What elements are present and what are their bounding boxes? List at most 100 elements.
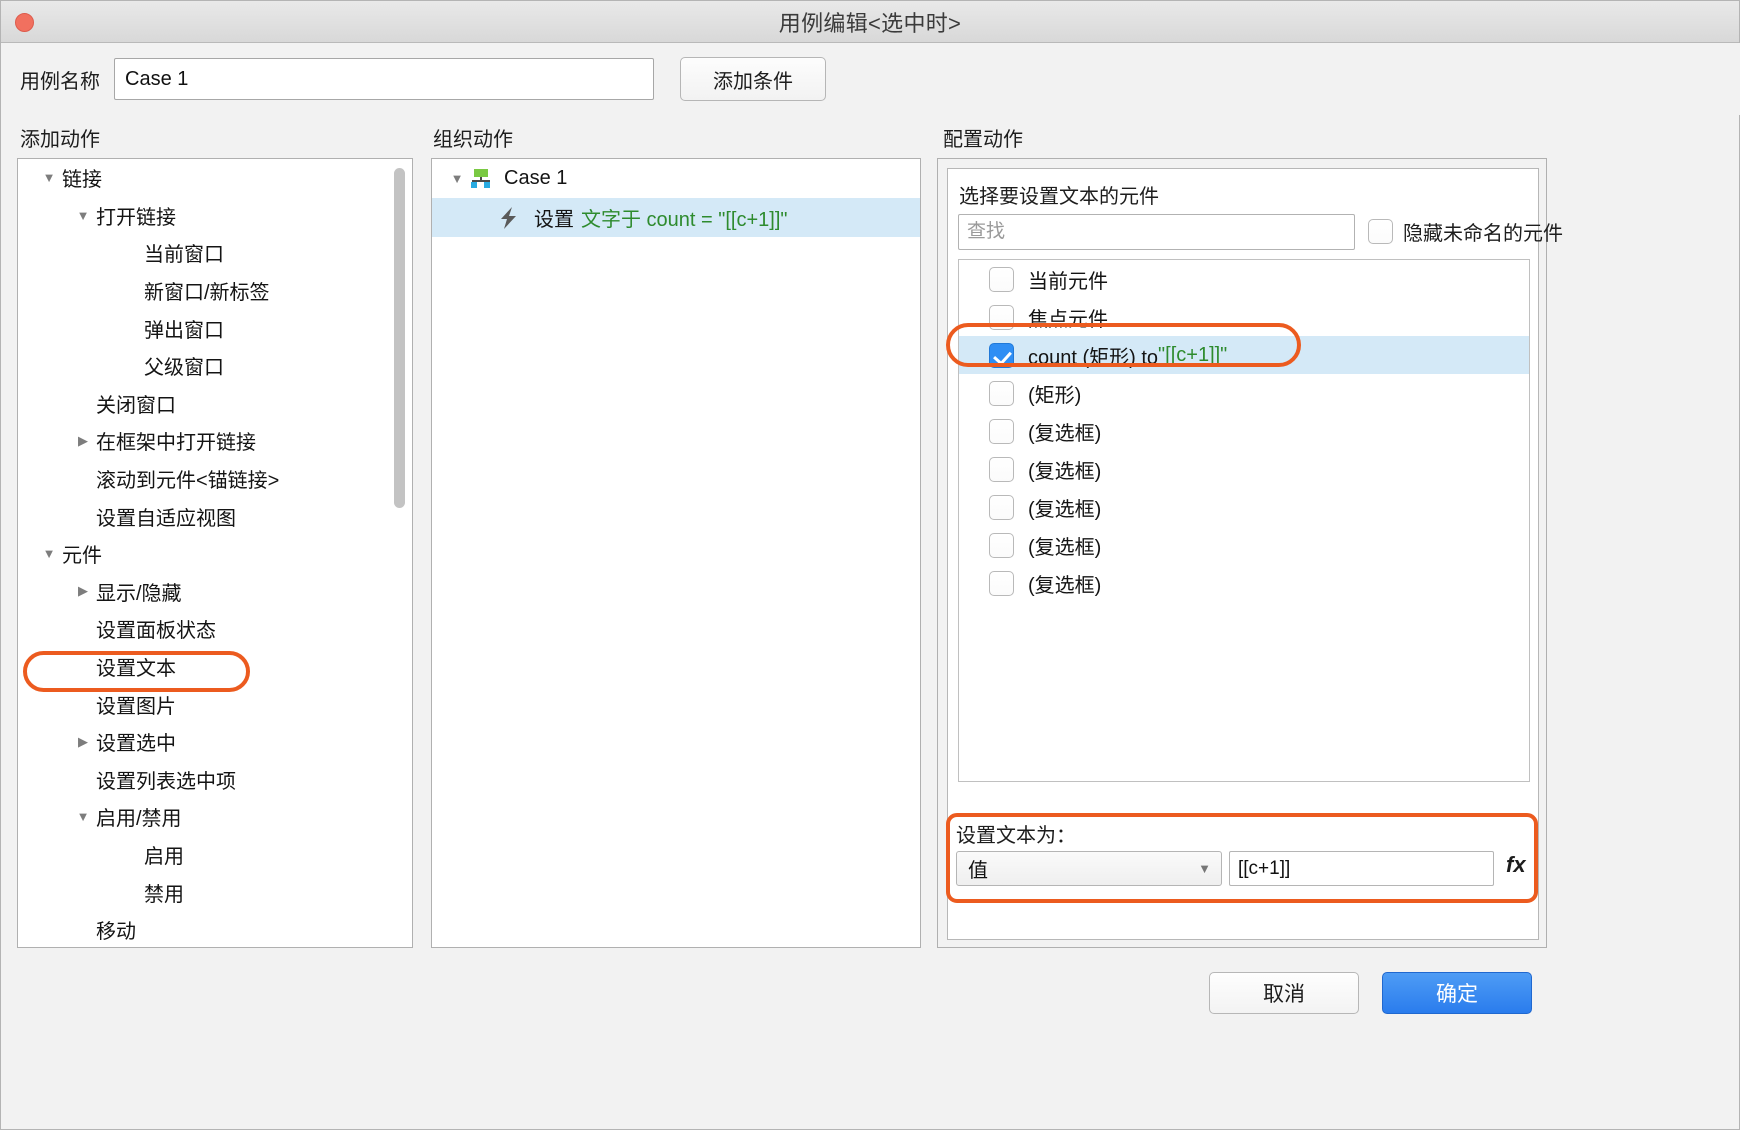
action-tree-item-label: 设置列表选中项 — [96, 770, 236, 793]
action-tree-item[interactable]: 链接 — [18, 159, 412, 197]
title-bar: 用例编辑<选中时> — [1, 1, 1739, 43]
organize-action-row[interactable]: 设置 文字于 count = "[[c+1]]" — [432, 198, 920, 237]
action-tree-item[interactable]: 元件 — [18, 535, 412, 573]
add-action-header: 添加动作 — [20, 129, 100, 151]
chevron-down-icon[interactable] — [36, 546, 62, 561]
widget-checkbox[interactable] — [989, 418, 1014, 444]
action-tree-item-label: 弹出窗口 — [144, 319, 224, 342]
action-tree-scrollbar[interactable] — [394, 162, 409, 946]
action-tree: 链接打开链接当前窗口新窗口/新标签弹出窗口父级窗口关闭窗口在框架中打开链接滚动到… — [18, 159, 412, 947]
action-tree-item[interactable]: 设置选中 — [18, 723, 412, 761]
action-tree-item[interactable]: 打开链接 — [18, 197, 412, 235]
organize-action-prefix: 设置 — [534, 209, 574, 231]
organize-action-detail: 文字于 count = "[[c+1]]" — [581, 209, 788, 231]
widget-list-item-label: (矩形) — [1028, 384, 1082, 407]
action-tree-item-label: 在框架中打开链接 — [96, 432, 256, 455]
chevron-down-icon[interactable] — [444, 171, 470, 186]
widget-checkbox[interactable] — [989, 456, 1014, 482]
widget-list-item[interactable]: (矩形) — [959, 374, 1529, 412]
widget-checkbox[interactable] — [989, 342, 1014, 368]
action-tree-item-label: 设置文本 — [96, 658, 176, 681]
value-type-selected-label: 值 — [968, 860, 988, 882]
chevron-down-icon[interactable] — [70, 208, 96, 223]
widget-checkbox[interactable] — [989, 532, 1014, 558]
organize-action-header: 组织动作 — [433, 129, 513, 151]
chevron-down-icon[interactable] — [70, 809, 96, 824]
hide-unnamed-checkbox[interactable] — [1368, 219, 1393, 244]
widget-list-item-label: (复选框) — [1028, 536, 1102, 559]
ok-button[interactable]: 确定 — [1382, 972, 1532, 1014]
action-tree-item[interactable]: 显示/隐藏 — [18, 573, 412, 611]
widget-list-item[interactable]: (复选框) — [959, 412, 1529, 450]
widget-list-item[interactable]: (复选框) — [959, 526, 1529, 564]
action-tree-item[interactable]: 移动 — [18, 911, 412, 947]
widget-checkbox[interactable] — [989, 570, 1014, 596]
case-editor-dialog: 用例编辑<选中时> 用例名称 添加条件 添加动作 组织动作 配置动作 链接打开链… — [0, 0, 1740, 1130]
close-window-icon[interactable] — [15, 13, 34, 32]
cancel-button[interactable]: 取消 — [1209, 972, 1359, 1014]
value-type-select[interactable]: 值 ▼ — [956, 851, 1222, 886]
case-name-row: 用例名称 添加条件 — [1, 43, 1740, 115]
action-tree-item[interactable]: 设置自适应视图 — [18, 497, 412, 535]
page-title: 用例编辑<选中时> — [778, 10, 962, 36]
widget-list[interactable]: 当前元件焦点元件 count (矩形) to "[[c+1]]" (矩形) (复选框)… — [958, 259, 1530, 782]
chevron-down-icon: ▼ — [1198, 861, 1211, 876]
widget-list-item-label: 焦点元件 — [1028, 308, 1108, 331]
hide-unnamed-label: 隐藏未命名的元件 — [1403, 223, 1563, 245]
chevron-right-icon[interactable] — [70, 583, 96, 599]
widget-list-item[interactable]: 焦点元件 — [959, 298, 1529, 336]
action-tree-item-label: 设置面板状态 — [96, 620, 216, 643]
action-tree-item-label: 启用 — [144, 845, 184, 868]
action-tree-item[interactable]: 启用 — [18, 836, 412, 874]
action-tree-item-label: 链接 — [62, 169, 102, 192]
action-tree-item-label: 滚动到元件<锚链接> — [96, 470, 280, 493]
expression-input[interactable] — [1229, 851, 1494, 886]
action-tree-item[interactable]: 设置列表选中项 — [18, 761, 412, 799]
action-tree-item[interactable]: 关闭窗口 — [18, 385, 412, 423]
widget-list-item[interactable]: (复选框) — [959, 450, 1529, 488]
action-tree-item[interactable]: 禁用 — [18, 873, 412, 911]
fx-button[interactable]: fx — [1506, 852, 1526, 878]
widget-list-item[interactable]: 当前元件 — [959, 260, 1529, 298]
set-text-to-label: 设置文本为： — [956, 825, 1076, 847]
configure-action-header: 配置动作 — [943, 129, 1023, 151]
widget-list-item-label: (复选框) — [1028, 498, 1102, 521]
action-tree-item-label: 设置自适应视图 — [96, 507, 236, 530]
widget-list-item[interactable]: (复选框) — [959, 564, 1529, 602]
widget-list-item[interactable]: count (矩形) to "[[c+1]]" — [959, 336, 1529, 374]
action-tree-item[interactable]: 启用/禁用 — [18, 798, 412, 836]
sitemap-icon — [470, 168, 492, 189]
action-tree-scrollbar-thumb[interactable] — [394, 168, 405, 508]
action-tree-item-label: 禁用 — [144, 883, 184, 906]
widget-checkbox[interactable] — [989, 304, 1014, 330]
widget-checkbox[interactable] — [989, 380, 1014, 406]
chevron-right-icon[interactable] — [70, 734, 96, 750]
add-action-panel: 链接打开链接当前窗口新窗口/新标签弹出窗口父级窗口关闭窗口在框架中打开链接滚动到… — [17, 158, 413, 948]
organize-action-panel: Case 1 设置 文字于 count = "[[c+1]]" — [431, 158, 921, 948]
widget-list-item-label: (复选框) — [1028, 460, 1102, 483]
action-tree-item-label: 打开链接 — [96, 206, 176, 229]
widget-list-item-value: "[[c+1]]" — [1158, 343, 1228, 366]
action-tree-item[interactable]: 设置面板状态 — [18, 610, 412, 648]
widget-checkbox[interactable] — [989, 266, 1014, 292]
chevron-down-icon[interactable] — [36, 170, 62, 185]
case-name-input[interactable] — [114, 58, 654, 100]
action-tree-item[interactable]: 弹出窗口 — [18, 309, 412, 347]
lightning-bolt-icon — [498, 206, 520, 230]
action-tree-item[interactable]: 在框架中打开链接 — [18, 422, 412, 460]
action-tree-item[interactable]: 新窗口/新标签 — [18, 272, 412, 310]
action-tree-item-label: 设置图片 — [96, 695, 176, 718]
action-tree-item[interactable]: 设置文本 — [18, 648, 412, 686]
action-tree-item[interactable]: 父级窗口 — [18, 347, 412, 385]
add-condition-button[interactable]: 添加条件 — [680, 57, 826, 101]
widget-list-item[interactable]: (复选框) — [959, 488, 1529, 526]
search-input[interactable] — [958, 214, 1355, 250]
action-tree-item[interactable]: 滚动到元件<锚链接> — [18, 460, 412, 498]
action-tree-item[interactable]: 设置图片 — [18, 685, 412, 723]
widget-checkbox[interactable] — [989, 494, 1014, 520]
action-tree-item-label: 移动 — [96, 921, 136, 944]
action-tree-item[interactable]: 当前窗口 — [18, 234, 412, 272]
organize-case-row[interactable]: Case 1 — [432, 159, 920, 198]
chevron-right-icon[interactable] — [70, 433, 96, 449]
hide-unnamed-checkbox-row[interactable]: 隐藏未命名的元件 — [1368, 217, 1563, 246]
